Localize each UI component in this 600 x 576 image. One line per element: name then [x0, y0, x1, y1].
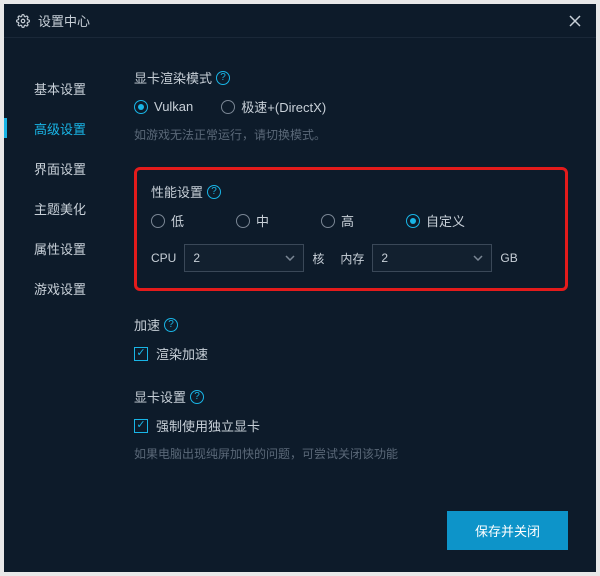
radio-circle-icon [321, 214, 335, 228]
sidebar-item-theme[interactable]: 主题美化 [4, 188, 124, 228]
radio-circle-icon [406, 214, 420, 228]
save-close-label: 保存并关闭 [475, 524, 540, 539]
render-mode-title: 显卡渲染模式 [134, 68, 212, 87]
sidebar-item-property[interactable]: 属性设置 [4, 228, 124, 268]
radio-perf-low[interactable]: 低 [151, 211, 184, 230]
cpu-label: CPU [151, 251, 176, 265]
mem-value: 2 [381, 251, 388, 265]
footer: 保存并关闭 [447, 511, 568, 550]
sidebar-item-label: 高级设置 [34, 119, 86, 138]
sidebar-item-advanced[interactable]: 高级设置 [4, 108, 124, 148]
sidebar-item-label: 属性设置 [34, 239, 86, 258]
checkbox-icon [134, 419, 148, 433]
radio-directx[interactable]: 极速+(DirectX) [221, 97, 326, 116]
save-close-button[interactable]: 保存并关闭 [447, 511, 568, 550]
radio-perf-custom[interactable]: 自定义 [406, 211, 465, 230]
sidebar: 基本设置 高级设置 界面设置 主题美化 属性设置 游戏设置 [4, 38, 124, 572]
accel-section: 加速 ? 渲染加速 [134, 315, 568, 363]
radio-label: 极速+(DirectX) [241, 97, 326, 116]
sidebar-item-label: 基本设置 [34, 79, 86, 98]
cpu-unit: 核 [312, 250, 324, 267]
help-icon[interactable]: ? [164, 318, 178, 332]
radio-label: Vulkan [154, 99, 193, 114]
mem-unit: GB [500, 251, 517, 265]
settings-window: 设置中心 基本设置 高级设置 界面设置 主题美化 属性设置 游戏设置 显卡渲染模… [4, 4, 596, 572]
sidebar-item-game[interactable]: 游戏设置 [4, 268, 124, 308]
gpu-title: 显卡设置 [134, 387, 186, 406]
cpu-value: 2 [193, 251, 200, 265]
radio-label: 高 [341, 211, 354, 230]
radio-circle-icon [221, 100, 235, 114]
help-icon[interactable]: ? [216, 71, 230, 85]
radio-label: 中 [256, 211, 269, 230]
radio-circle-icon [236, 214, 250, 228]
sidebar-item-basic[interactable]: 基本设置 [4, 68, 124, 108]
content-pane: 显卡渲染模式 ? Vulkan 极速+(DirectX) 如游戏无法正常运行，请… [124, 38, 596, 572]
accel-checkbox-label: 渲染加速 [156, 344, 208, 363]
cpu-select[interactable]: 2 [184, 244, 304, 272]
chevron-down-icon [285, 255, 295, 261]
mem-label: 内存 [340, 250, 364, 267]
gpu-hint: 如果电脑出现纯屏加快的问题，可尝试关闭该功能 [134, 445, 568, 462]
sidebar-item-ui[interactable]: 界面设置 [4, 148, 124, 188]
radio-label: 低 [171, 211, 184, 230]
radio-perf-high[interactable]: 高 [321, 211, 354, 230]
sidebar-item-label: 游戏设置 [34, 279, 86, 298]
close-icon[interactable] [566, 12, 584, 30]
titlebar: 设置中心 [4, 4, 596, 38]
mem-select[interactable]: 2 [372, 244, 492, 272]
sidebar-item-label: 界面设置 [34, 159, 86, 178]
gear-icon [16, 14, 30, 28]
performance-section: 性能设置 ? 低 中 高 [134, 167, 568, 291]
accel-checkbox-row[interactable]: 渲染加速 [134, 344, 568, 363]
chevron-down-icon [473, 255, 483, 261]
help-icon[interactable]: ? [190, 390, 204, 404]
render-mode-section: 显卡渲染模式 ? Vulkan 极速+(DirectX) 如游戏无法正常运行，请… [134, 68, 568, 143]
help-icon[interactable]: ? [207, 185, 221, 199]
radio-perf-mid[interactable]: 中 [236, 211, 269, 230]
sidebar-item-label: 主题美化 [34, 199, 86, 218]
radio-circle-icon [134, 100, 148, 114]
gpu-checkbox-row[interactable]: 强制使用独立显卡 [134, 416, 568, 435]
performance-title: 性能设置 [151, 182, 203, 201]
render-mode-hint: 如游戏无法正常运行，请切换模式。 [134, 126, 568, 143]
radio-vulkan[interactable]: Vulkan [134, 99, 193, 114]
accel-title: 加速 [134, 315, 160, 334]
gpu-checkbox-label: 强制使用独立显卡 [156, 416, 260, 435]
checkbox-icon [134, 347, 148, 361]
window-title: 设置中心 [38, 11, 90, 30]
radio-circle-icon [151, 214, 165, 228]
radio-label: 自定义 [426, 211, 465, 230]
gpu-section: 显卡设置 ? 强制使用独立显卡 如果电脑出现纯屏加快的问题，可尝试关闭该功能 [134, 387, 568, 462]
